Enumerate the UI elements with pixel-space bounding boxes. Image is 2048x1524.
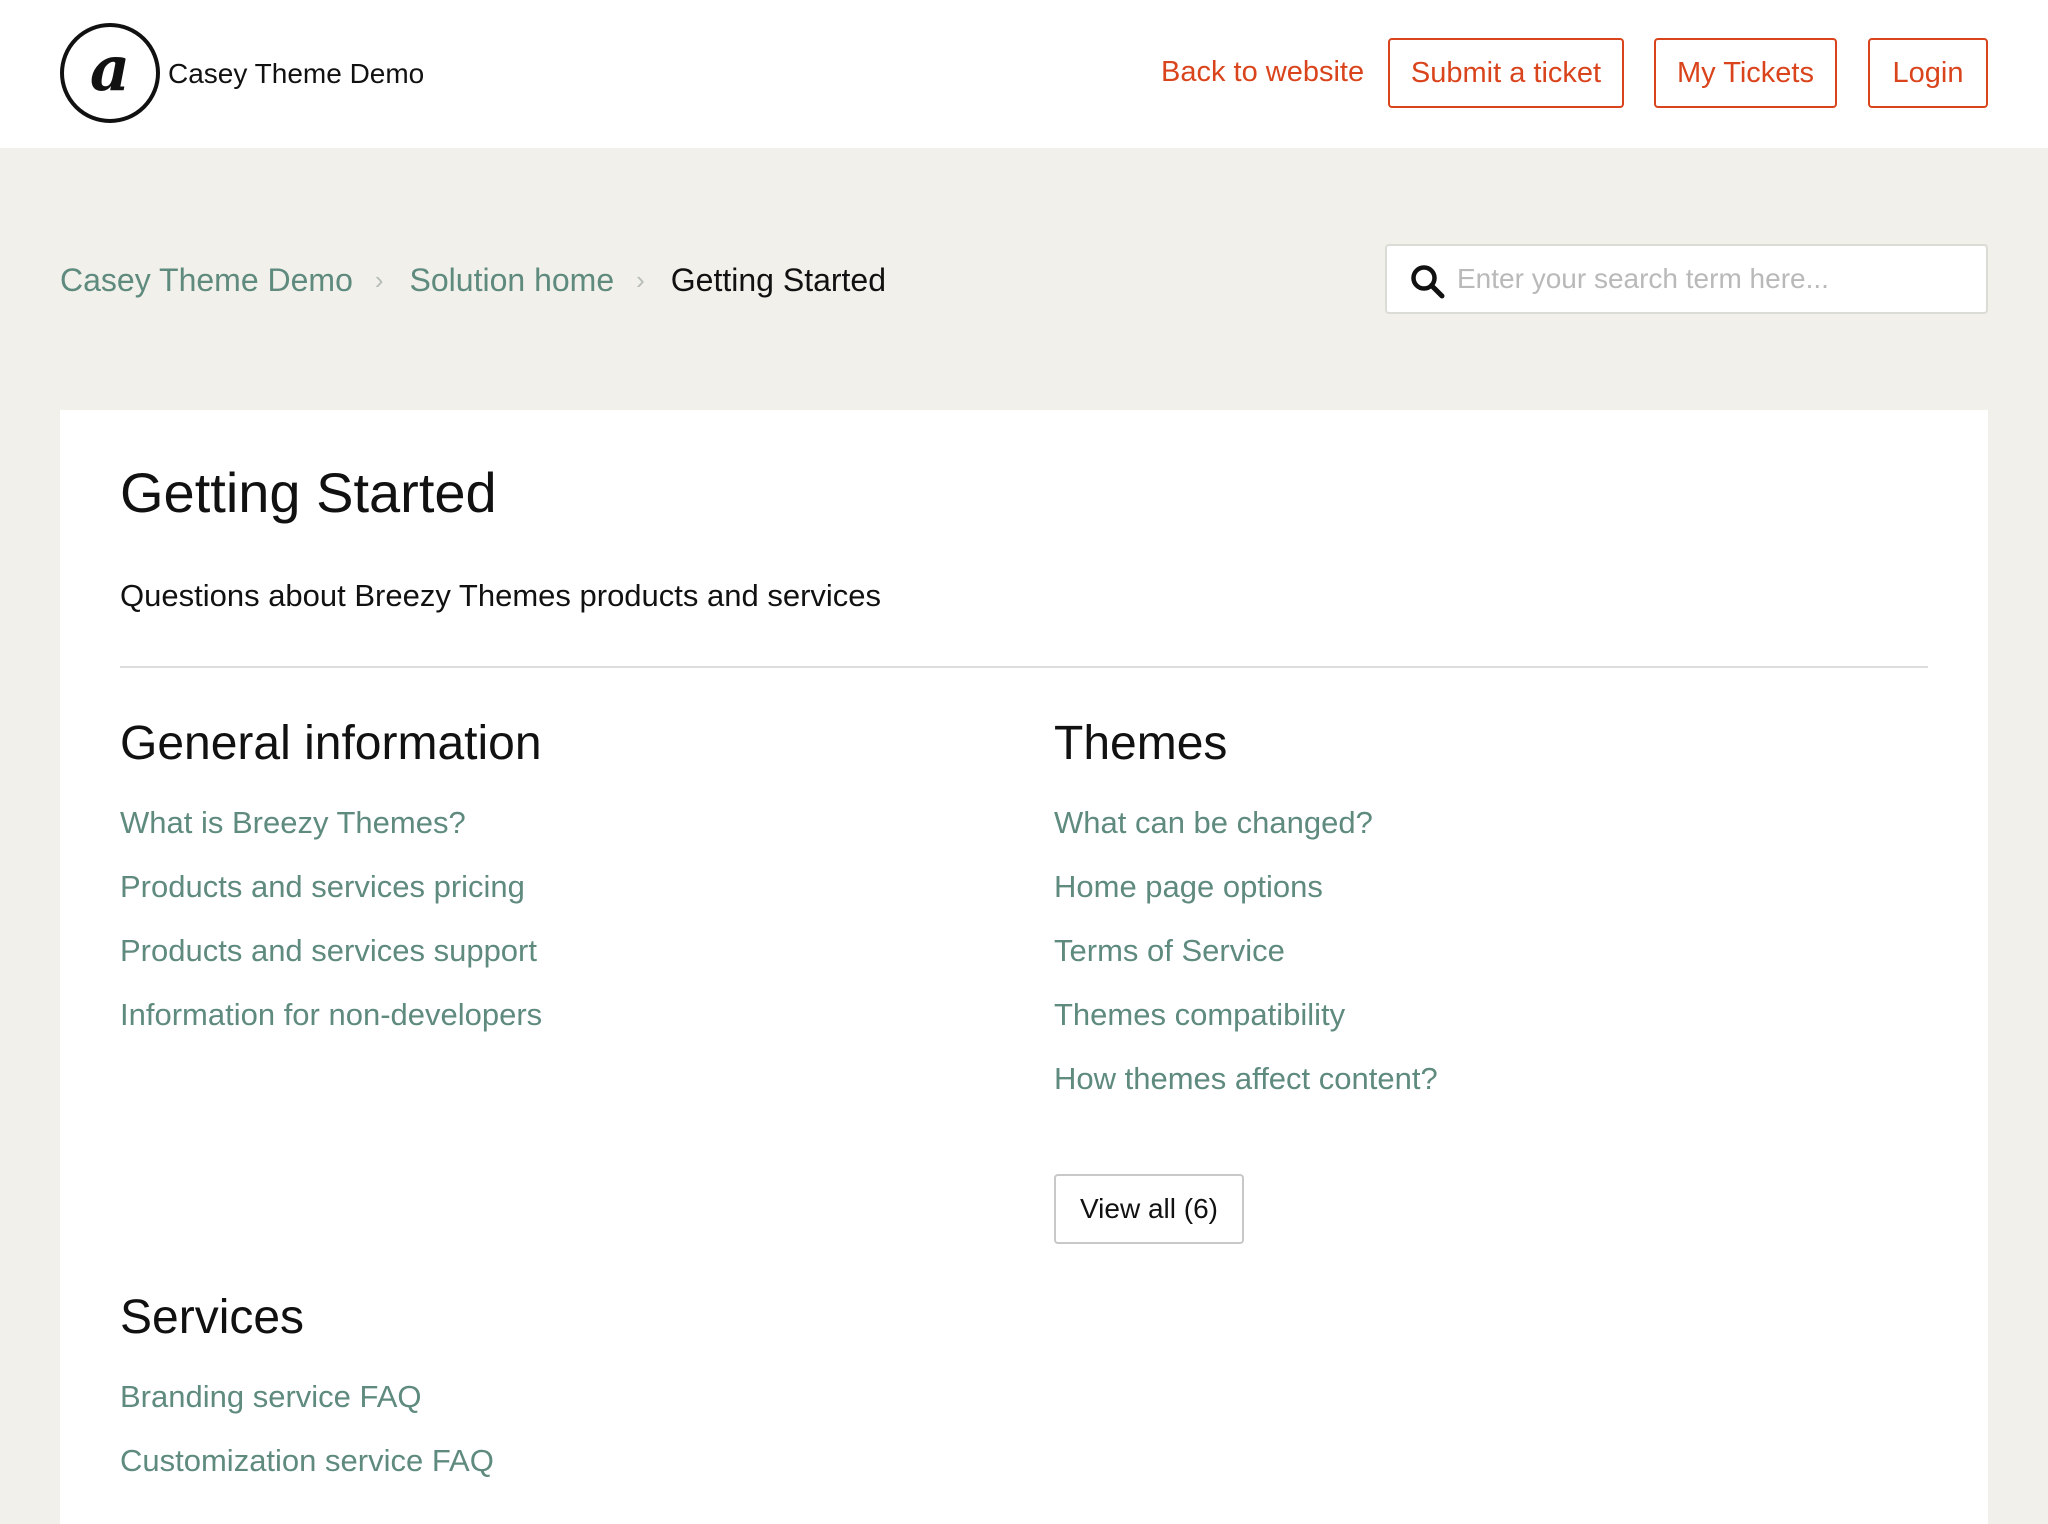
- back-to-website-link[interactable]: Back to website: [1161, 56, 1364, 89]
- breadcrumb: Casey Theme Demo › Solution home › Getti…: [60, 262, 886, 299]
- list-item: Terms of Service: [1054, 933, 1934, 997]
- article-link[interactable]: Products and services support: [120, 933, 537, 968]
- my-tickets-button[interactable]: My Tickets: [1654, 38, 1837, 108]
- top-header: a Casey Theme Demo Back to website Submi…: [0, 0, 2048, 148]
- view-all-button[interactable]: View all (6): [1054, 1174, 1244, 1244]
- breadcrumb-separator: ›: [636, 265, 645, 295]
- logo-icon[interactable]: a: [60, 23, 160, 123]
- page-description: Questions about Breezy Themes products a…: [120, 578, 882, 613]
- section-title: Themes: [1054, 717, 1228, 770]
- content-card: Getting Started Questions about Breezy T…: [60, 410, 1988, 1524]
- search-input[interactable]: [1457, 246, 1977, 312]
- article-list: Branding service FAQ Customization servi…: [120, 1379, 1000, 1507]
- article-link[interactable]: What can be changed?: [1054, 805, 1373, 840]
- section-title: General information: [120, 717, 542, 770]
- breadcrumb-current: Getting Started: [670, 262, 887, 298]
- breadcrumb-item-home[interactable]: Casey Theme Demo: [60, 262, 353, 299]
- article-list: What can be changed? Home page options T…: [1054, 805, 1934, 1125]
- site-name[interactable]: Casey Theme Demo: [168, 58, 424, 90]
- article-link[interactable]: How themes affect content?: [1054, 1061, 1438, 1096]
- article-link[interactable]: Products and services pricing: [120, 869, 525, 904]
- breadcrumb-item-solution-home[interactable]: Solution home: [410, 262, 615, 299]
- list-item: Home page options: [1054, 869, 1934, 933]
- section-general-information: General information What is Breezy Theme…: [120, 716, 1000, 1061]
- article-link[interactable]: Information for non-developers: [120, 997, 542, 1032]
- list-item: What can be changed?: [1054, 805, 1934, 869]
- list-item: How themes affect content?: [1054, 1061, 1934, 1125]
- article-link[interactable]: Themes compatibility: [1054, 997, 1345, 1032]
- list-item: Branding service FAQ: [120, 1379, 1000, 1443]
- breadcrumb-separator: ›: [374, 265, 384, 295]
- list-item: Themes compatibility: [1054, 997, 1934, 1061]
- article-link[interactable]: What is Breezy Themes?: [120, 805, 466, 840]
- list-item: Information for non-developers: [120, 997, 1000, 1061]
- article-list: What is Breezy Themes? Products and serv…: [120, 805, 1000, 1061]
- article-link[interactable]: Terms of Service: [1054, 933, 1285, 968]
- page-title: Getting Started: [120, 461, 497, 524]
- article-link[interactable]: Branding service FAQ: [120, 1379, 422, 1414]
- list-item: What is Breezy Themes?: [120, 805, 1000, 869]
- list-item: Customization service FAQ: [120, 1443, 1000, 1507]
- section-themes: Themes What can be changed? Home page op…: [1054, 716, 1934, 1125]
- login-button[interactable]: Login: [1868, 38, 1988, 108]
- section-title: Services: [120, 1291, 305, 1344]
- section-services: Services Branding service FAQ Customizat…: [120, 1290, 1000, 1507]
- article-link[interactable]: Customization service FAQ: [120, 1443, 494, 1478]
- divider: [120, 666, 1928, 668]
- list-item: Products and services pricing: [120, 869, 1000, 933]
- search-icon[interactable]: [1409, 263, 1447, 301]
- submit-ticket-button[interactable]: Submit a ticket: [1388, 38, 1624, 108]
- search-box[interactable]: [1385, 244, 1988, 314]
- list-item: Products and services support: [120, 933, 1000, 997]
- article-link[interactable]: Home page options: [1054, 869, 1323, 904]
